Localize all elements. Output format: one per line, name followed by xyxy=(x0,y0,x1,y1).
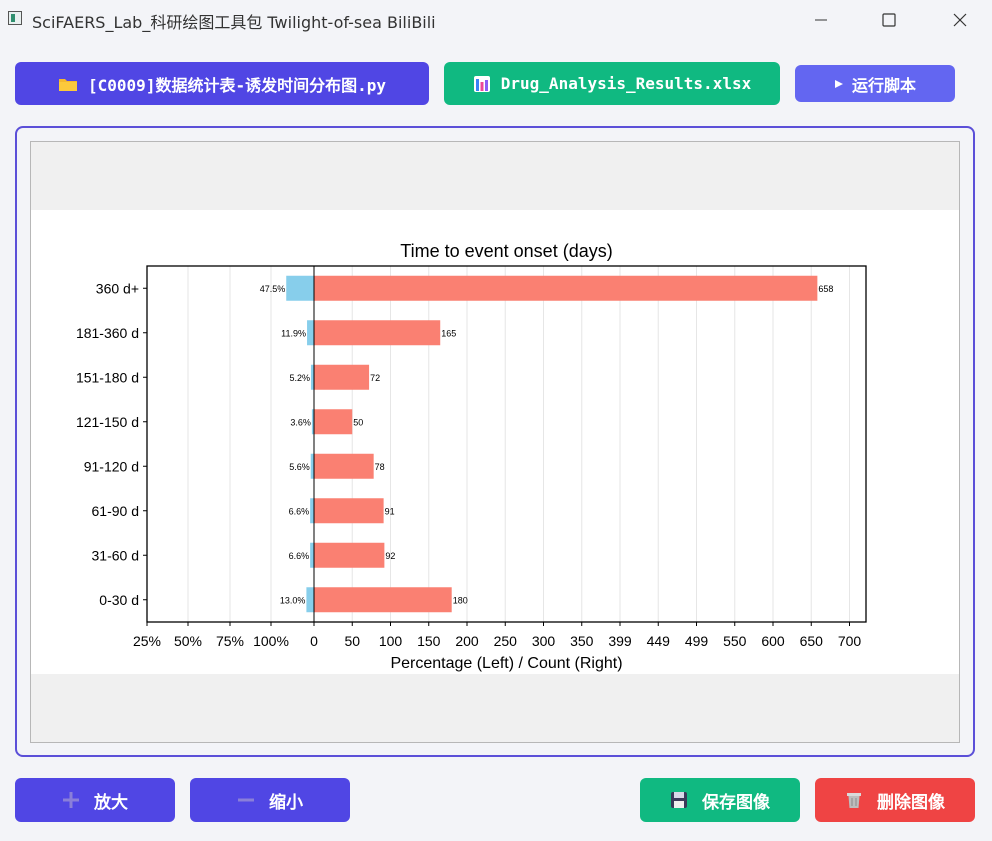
plus-icon xyxy=(62,791,80,809)
figure-image xyxy=(31,210,959,674)
app-icon xyxy=(8,11,22,25)
delete-image-label: 删除图像 xyxy=(877,792,945,813)
minimize-icon xyxy=(815,19,827,21)
open-script-button[interactable]: [C0009]数据统计表-诱发时间分布图.py xyxy=(15,62,429,105)
minus-icon xyxy=(237,791,255,809)
script-file-label: [C0009]数据统计表-诱发时间分布图.py xyxy=(88,75,386,95)
open-data-button[interactable]: Drug_Analysis_Results.xlsx xyxy=(444,62,780,105)
maximize-button[interactable] xyxy=(866,4,912,36)
floppy-disk-icon xyxy=(670,791,688,809)
close-button[interactable] xyxy=(937,4,983,36)
minimize-button[interactable] xyxy=(798,4,844,36)
save-image-button[interactable]: 保存图像 xyxy=(640,778,800,822)
zoom-out-label: 缩小 xyxy=(269,792,303,813)
spreadsheet-icon xyxy=(473,75,491,93)
zoom-in-label: 放大 xyxy=(94,792,128,813)
close-icon xyxy=(953,13,967,27)
folder-icon xyxy=(58,76,78,92)
data-file-label: Drug_Analysis_Results.xlsx xyxy=(500,74,752,93)
maximize-icon xyxy=(882,13,896,27)
window-title: SciFAERS_Lab_科研绘图工具包 Twilight-of-sea Bil… xyxy=(32,13,436,32)
run-script-button[interactable]: 运行脚本 xyxy=(795,65,955,102)
title-bar: SciFAERS_Lab_科研绘图工具包 Twilight-of-sea Bil… xyxy=(0,0,992,40)
zoom-out-button[interactable]: 缩小 xyxy=(190,778,350,822)
play-icon xyxy=(834,79,844,89)
delete-image-button[interactable]: 删除图像 xyxy=(815,778,975,822)
run-script-label: 运行脚本 xyxy=(851,75,916,95)
trash-icon xyxy=(845,791,863,809)
zoom-in-button[interactable]: 放大 xyxy=(15,778,175,822)
save-image-label: 保存图像 xyxy=(702,792,770,813)
